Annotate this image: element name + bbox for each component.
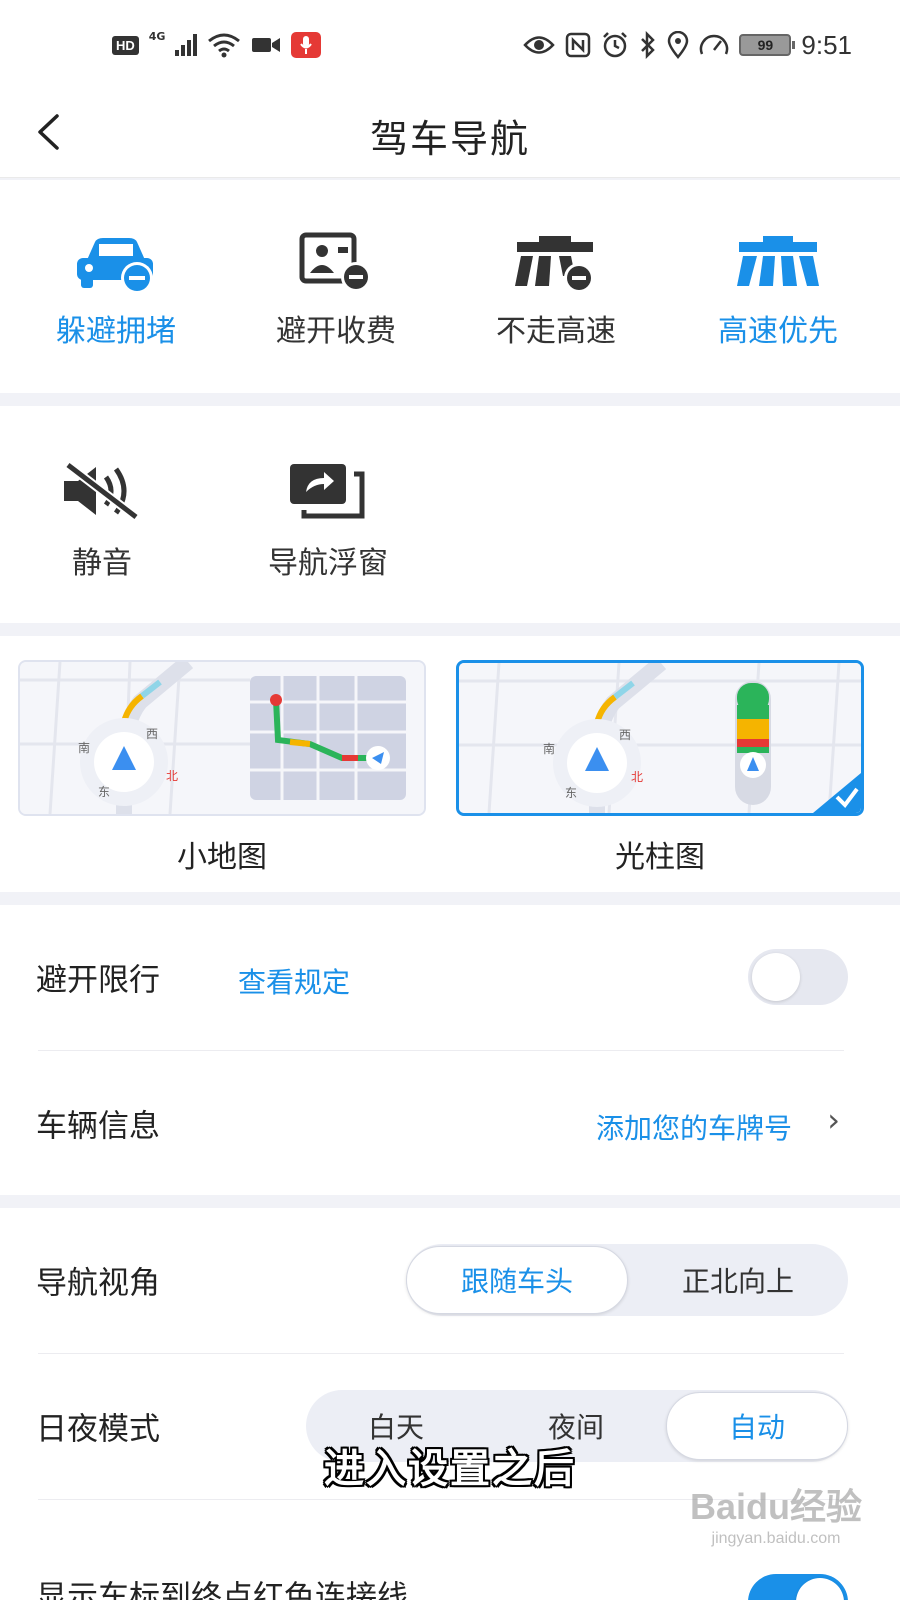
status-bar: HD 4G 99 9:51 [0,0,900,90]
route-option-label: 高速优先 [718,314,838,349]
watermark-line2: jingyan.baidu.com [711,1530,841,1547]
compass-north: 北 [166,769,178,783]
speedometer-icon [700,34,729,55]
compass-west: 西 [619,728,631,742]
map-style-label: 光柱图 [615,840,705,875]
map-style-mini-map[interactable]: 南 西 东 北 [18,660,426,816]
row-nav-view: 导航视角 跟随车头 正北向上 [0,1208,900,1352]
signal-icon [175,34,198,56]
camera-icon [252,38,281,52]
tool-mute[interactable]: 静音 [2,456,202,582]
highway-icon [737,236,819,286]
tool-floating-window[interactable]: 导航浮窗 [228,456,428,582]
floating-window-icon [290,464,365,519]
battery-icon: 99 [739,34,796,56]
chevron-right-icon: › [827,1101,840,1139]
mini-map-preview: 南 西 东 北 [20,662,424,814]
highway-avoid-icon [515,236,594,293]
compass-east: 东 [565,786,577,800]
bluetooth-icon [641,31,656,59]
row-title: 车辆信息 [36,1108,160,1145]
row-vehicle-info[interactable]: 车辆信息 添加您的车牌号 › [0,1051,900,1195]
route-preference-panel: 躲避拥堵 避开收费 不走高速 高速优先 [0,180,900,393]
toggle-knob [752,953,800,1001]
compass-east: 东 [98,785,110,799]
show-red-line-toggle[interactable] [748,1574,848,1600]
toll-avoid-icon [299,232,371,292]
map-style-label: 小地图 [177,840,267,875]
route-option-highway-first[interactable]: 高速优先 [668,228,888,350]
avoid-restriction-toggle[interactable] [748,949,848,1005]
tool-label: 静音 [72,546,132,581]
nav-view-option-follow-heading[interactable]: 跟随车头 [406,1246,628,1314]
wifi-icon [208,33,241,58]
tool-label: 导航浮窗 [268,546,388,581]
location-icon [668,31,689,59]
map-style-panel: 南 西 东 北 小地图 南 西 东 北 光柱图 [0,636,900,892]
route-option-no-highway[interactable]: 不走高速 [446,228,666,350]
settings-group-restriction: 避开限行 查看规定 车辆信息 添加您的车牌号 › [0,905,900,1195]
route-option-label: 不走高速 [496,314,616,349]
row-title: 导航视角 [36,1265,160,1302]
mute-icon [64,461,139,521]
compass-north: 北 [631,770,643,784]
header: 驾车导航 [0,90,900,178]
route-option-avoid-toll[interactable]: 避开收费 [226,228,446,350]
clock: 9:51 [801,29,852,60]
tools-panel: 静音 导航浮窗 [0,406,900,623]
route-option-avoid-congestion[interactable]: 躲避拥堵 [6,228,226,350]
baidu-watermark: Baidu经验 jingyan.baidu.com [676,1478,876,1548]
compass-south: 南 [78,740,90,755]
car-avoid-icon [77,238,153,294]
route-option-label: 避开收费 [276,314,396,349]
watermark-line1: Baidu经验 [689,1486,862,1527]
row-title: 避开限行 [36,962,160,999]
row-avoid-restriction: 避开限行 查看规定 [0,905,900,1049]
view-rules-link[interactable]: 查看规定 [238,961,350,1001]
light-bar-preview: 南 西 东 北 [459,663,861,813]
alarm-icon [603,32,628,58]
page-title: 驾车导航 [369,117,530,161]
nav-view-option-north-up[interactable]: 正北向上 [628,1246,848,1314]
add-plate-link[interactable]: 添加您的车牌号 [596,1107,792,1147]
hd-icon: HD [112,35,139,55]
route-option-label: 躲避拥堵 [56,314,176,349]
eye-icon [523,36,556,54]
nav-view-segmented-control: 跟随车头 正北向上 [406,1244,848,1316]
row-title: 显示车标到终点红色连接线 [36,1579,408,1600]
nfc-icon [566,32,591,58]
compass-west: 西 [146,727,158,741]
toggle-knob [796,1578,844,1600]
network-type: 4G [148,30,166,43]
compass-south: 南 [543,741,555,756]
map-style-light-bar[interactable]: 南 西 东 北 [456,660,864,816]
microphone-icon [291,32,322,58]
